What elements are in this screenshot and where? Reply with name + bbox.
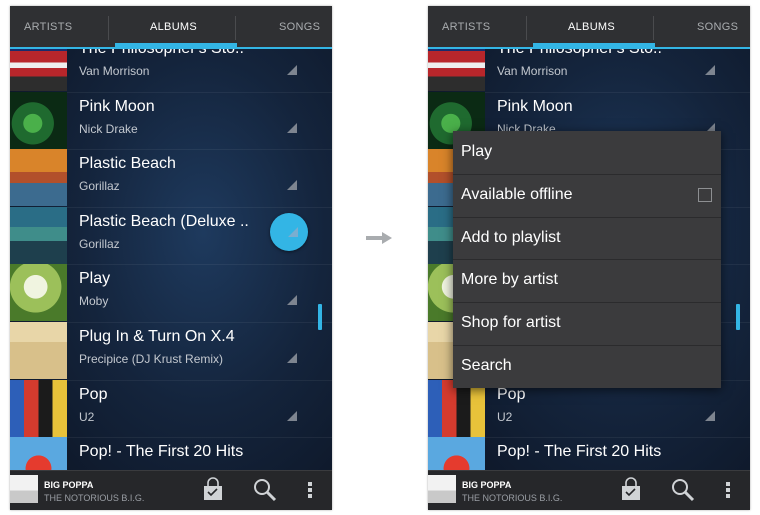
tab-songs[interactable]: SONGS <box>279 6 320 49</box>
album-art <box>10 91 67 149</box>
menu-item-add-to-playlist[interactable]: Add to playlist <box>453 217 721 261</box>
search-icon[interactable] <box>670 477 696 503</box>
now-playing-title: BIG POPPA <box>462 480 512 490</box>
shopping-bag-icon[interactable] <box>200 477 226 503</box>
album-artist: Precipice (DJ Krust Remix) <box>79 352 224 366</box>
album-art <box>10 49 67 91</box>
menu-item-label: Play <box>461 143 493 160</box>
album-artist: Nick Drake <box>79 121 138 136</box>
menu-item-available-offline[interactable]: Available offline <box>453 174 721 218</box>
offline-checkbox[interactable] <box>698 187 712 202</box>
album-artist: Moby <box>79 294 109 309</box>
album-art <box>10 149 67 207</box>
album-list[interactable]: The Philosopher's Sto.. Van Morrison Pin… <box>10 49 332 470</box>
album-title: Pink Moon <box>79 97 155 115</box>
album-title: Pink Moon <box>497 97 573 115</box>
album-art <box>10 264 67 322</box>
album-title: Pop <box>79 385 108 403</box>
album-title: Plastic Beach (Deluxe .. <box>79 212 249 230</box>
list-item[interactable]: The Philosopher's Sto.. Van Morrison <box>10 49 332 93</box>
scrollbar[interactable] <box>736 304 740 330</box>
menu-item-label: Add to playlist <box>461 228 561 246</box>
list-item[interactable]: Play Moby <box>10 264 332 323</box>
overflow-triangle-icon[interactable] <box>287 180 297 191</box>
overflow-menu-icon[interactable] <box>715 477 741 503</box>
selected-overflow-button[interactable] <box>270 213 308 251</box>
tab-artists[interactable]: ARTISTS <box>442 6 490 49</box>
album-art <box>10 437 67 470</box>
album-artist: Van Morrison <box>497 64 568 78</box>
scrollbar[interactable] <box>318 304 322 330</box>
album-art <box>10 379 67 437</box>
menu-item-label: Search <box>461 357 512 374</box>
menu-item-label: Shop for artist <box>461 314 561 332</box>
tab-divider <box>235 16 236 40</box>
overflow-triangle-icon[interactable] <box>287 295 297 306</box>
album-title: Plug In & Turn On X.4 <box>79 328 235 345</box>
tab-bar: ARTISTS ALBUMS SONGS <box>10 6 332 49</box>
menu-item-search[interactable]: Search <box>453 345 721 388</box>
now-playing-artist: THE NOTORIOUS B.I.G. <box>44 493 145 503</box>
shopping-bag-icon[interactable] <box>618 477 644 503</box>
list-item[interactable]: Pop! - The First 20 Hits <box>428 437 750 470</box>
overflow-menu-icon[interactable] <box>297 477 323 503</box>
list-item[interactable]: Plug In & Turn On X.4 Precipice (DJ Krus… <box>10 322 332 381</box>
overflow-triangle-icon[interactable] <box>287 353 297 363</box>
overflow-triangle-icon <box>288 227 298 237</box>
tab-divider <box>653 16 654 40</box>
overflow-triangle-icon[interactable] <box>287 122 297 133</box>
now-playing-bar[interactable]: BIG POPPA THE NOTORIOUS B.I.G. <box>428 470 750 510</box>
overflow-triangle-icon[interactable] <box>287 410 297 421</box>
album-title: Play <box>79 270 111 288</box>
album-art <box>10 206 67 264</box>
album-title: Pop <box>497 385 526 403</box>
album-artist: U2 <box>79 409 95 424</box>
album-artist: Van Morrison <box>79 64 150 78</box>
list-item[interactable]: The Philosopher's Sto.. Van Morrison <box>428 49 750 93</box>
menu-item-shop-for-artist[interactable]: Shop for artist <box>453 302 721 346</box>
album-title: Pop! - The First 20 Hits <box>79 443 244 461</box>
list-item[interactable]: Plastic Beach Gorillaz <box>10 149 332 208</box>
tab-divider <box>108 16 109 40</box>
search-icon[interactable] <box>252 477 278 503</box>
list-item[interactable]: Pop! - The First 20 Hits <box>10 437 332 470</box>
now-playing-art <box>428 475 456 503</box>
overflow-triangle-icon[interactable] <box>287 65 297 75</box>
tab-songs[interactable]: SONGS <box>697 6 738 49</box>
album-artist: U2 <box>497 409 513 424</box>
now-playing-art <box>10 475 38 503</box>
tab-divider <box>526 16 527 40</box>
album-artist: Gorillaz <box>79 179 120 194</box>
album-artist: Gorillaz <box>79 236 120 251</box>
list-item[interactable]: Pop U2 <box>428 379 750 439</box>
overflow-triangle-icon[interactable] <box>705 410 715 421</box>
album-art <box>428 49 485 91</box>
phone-screen-before: ARTISTS ALBUMS SONGS The Philosopher's S… <box>10 6 332 510</box>
album-art <box>428 437 485 470</box>
album-title: The Philosopher's Sto.. <box>497 49 687 58</box>
album-art <box>10 322 67 379</box>
right-arrow-icon <box>366 232 392 244</box>
menu-item-label: More by artist <box>461 271 558 289</box>
now-playing-bar[interactable]: BIG POPPA THE NOTORIOUS B.I.G. <box>10 470 332 510</box>
tab-bar: ARTISTS ALBUMS SONGS <box>428 6 750 49</box>
tab-artists[interactable]: ARTISTS <box>24 6 72 49</box>
overflow-triangle-icon[interactable] <box>705 65 715 75</box>
list-item[interactable]: Pop U2 <box>10 379 332 439</box>
menu-item-label: Available offline <box>461 185 573 203</box>
album-title: Pop! - The First 20 Hits <box>497 443 662 461</box>
phone-screen-after: ARTISTS ALBUMS SONGS The Philosopher's S… <box>428 6 750 510</box>
album-title: The Philosopher's Sto.. <box>79 49 269 58</box>
context-menu: Play Available offline Add to playlist M… <box>453 131 721 388</box>
list-item[interactable]: Pink Moon Nick Drake <box>10 91 332 151</box>
album-art <box>428 379 485 437</box>
menu-item-more-by-artist[interactable]: More by artist <box>453 259 721 304</box>
menu-item-play[interactable]: Play <box>453 131 721 175</box>
album-title: Plastic Beach <box>79 155 176 173</box>
now-playing-title: BIG POPPA <box>44 480 94 490</box>
now-playing-artist: THE NOTORIOUS B.I.G. <box>462 493 563 503</box>
